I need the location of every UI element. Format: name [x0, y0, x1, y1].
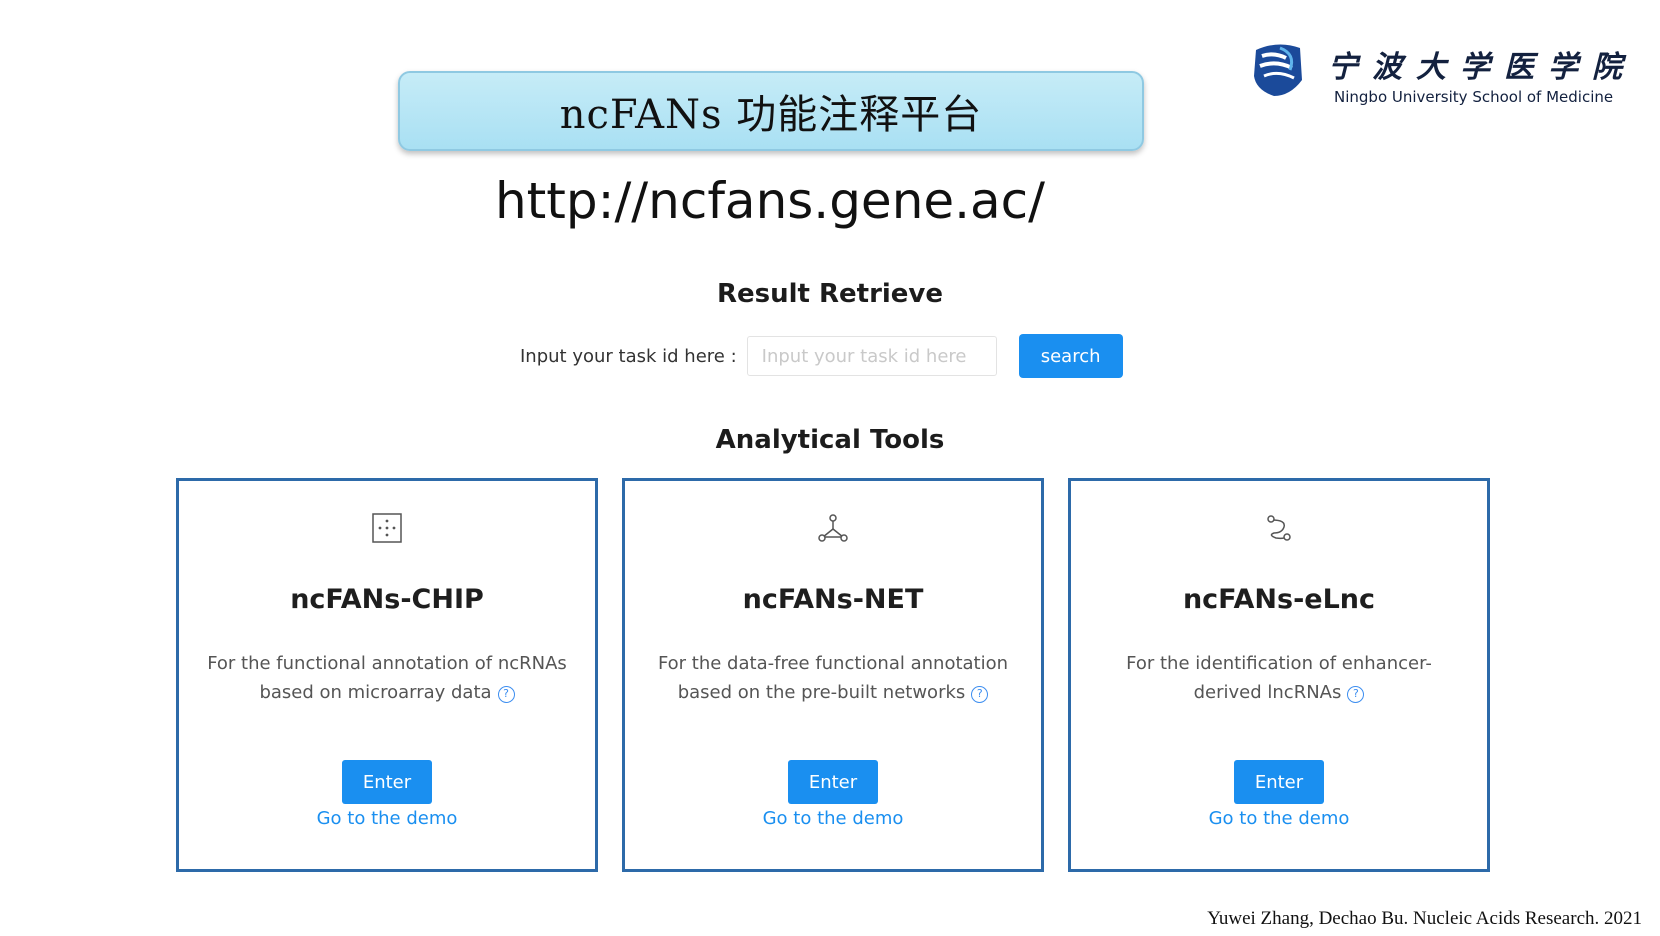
- card-desc-line1: For the data-free functional annotation: [657, 653, 1009, 674]
- grid-dots-icon: [372, 513, 402, 543]
- logo-chinese-name: 宁波大学医学院: [1328, 50, 1636, 85]
- help-icon[interactable]: ?: [1347, 686, 1365, 703]
- card-description: For the functional annotation of ncRNAs …: [199, 649, 575, 707]
- card-desc-line2: derived lncRNAs: [1193, 682, 1342, 703]
- retrieve-form: Input your task id here : search: [520, 334, 1123, 378]
- help-icon[interactable]: ?: [497, 686, 515, 703]
- header-banner: ncFANs 功能注释平台: [398, 71, 1144, 151]
- card-title: ncFANs-NET: [742, 584, 924, 615]
- demo-link-elnc[interactable]: Go to the demo: [1071, 808, 1487, 829]
- enter-button-net[interactable]: Enter: [788, 760, 878, 804]
- task-id-input[interactable]: [746, 336, 997, 376]
- task-id-label: Input your task id here :: [520, 345, 737, 367]
- tool-card-net: ncFANs-NET For the data-free functional …: [622, 478, 1044, 872]
- university-emblem-icon: [1254, 44, 1302, 96]
- network-nodes-icon: [818, 514, 848, 542]
- logo-english-name: Ningbo University School of Medicine: [1334, 88, 1614, 106]
- analytical-tools-title: Analytical Tools: [715, 425, 945, 455]
- result-retrieve-title: Result Retrieve: [716, 279, 944, 309]
- enter-button-chip[interactable]: Enter: [342, 760, 432, 804]
- card-desc-line1: For the identification of enhancer-: [1126, 653, 1432, 674]
- university-logo: 宁波大学医学院 Ningbo University School of Medi…: [1250, 40, 1650, 110]
- site-url: http://ncfans.gene.ac/: [494, 172, 1046, 230]
- demo-link-net[interactable]: Go to the demo: [625, 808, 1041, 829]
- card-title: ncFANs-CHIP: [290, 584, 484, 615]
- card-title: ncFANs-eLnc: [1182, 584, 1376, 615]
- tool-card-chip: ncFANs-CHIP For the functional annotatio…: [176, 478, 598, 872]
- demo-link-chip[interactable]: Go to the demo: [179, 808, 595, 829]
- card-desc-line2: based on the pre-built networks: [677, 682, 966, 703]
- card-desc-line2: based on microarray data: [259, 682, 492, 703]
- tool-card-elnc: ncFANs-eLnc For the identification of en…: [1068, 478, 1490, 872]
- node-link-icon: [1267, 515, 1291, 541]
- card-description: For the identification of enhancer- deri…: [1091, 649, 1467, 707]
- search-button[interactable]: search: [1018, 334, 1123, 378]
- card-desc-line1: For the functional annotation of ncRNAs: [207, 653, 567, 674]
- card-description: For the data-free functional annotation …: [645, 649, 1021, 707]
- banner-title: ncFANs 功能注释平台: [559, 92, 983, 138]
- help-icon[interactable]: ?: [971, 686, 989, 703]
- citation: Yuwei Zhang, Dechao Bu. Nucleic Acids Re…: [1207, 908, 1642, 929]
- enter-button-elnc[interactable]: Enter: [1234, 760, 1324, 804]
